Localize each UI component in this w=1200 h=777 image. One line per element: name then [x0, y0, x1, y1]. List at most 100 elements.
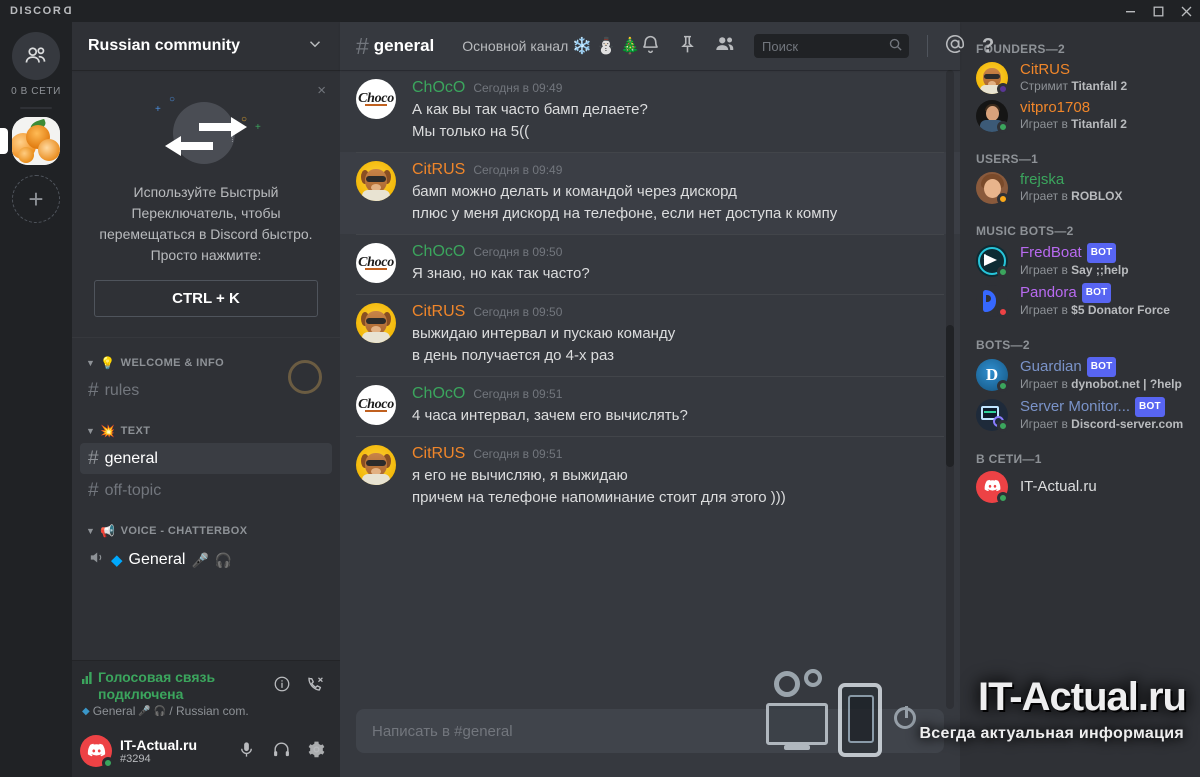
member-item[interactable]: CitRUS Стримит Titanfall 2: [960, 60, 1200, 95]
bulb-icon: 💡: [100, 356, 116, 370]
avatar[interactable]: Choco: [356, 79, 396, 119]
category-voice-chatterbox[interactable]: ▼ 📢 VOICE - CHATTERBOX: [72, 520, 340, 542]
help-icon[interactable]: ?: [982, 35, 1000, 58]
member-item[interactable]: Server Monitor... BOT Играет в Discord-s…: [960, 396, 1200, 433]
message-timestamp: Сегодня в 09:50: [473, 305, 563, 319]
server-avatar[interactable]: [12, 117, 60, 165]
avatar[interactable]: Choco: [356, 243, 396, 283]
maximize-icon[interactable]: [1144, 0, 1172, 22]
member-name: Server Monitor... BOT: [1020, 397, 1192, 417]
microphone-icon[interactable]: [237, 740, 256, 763]
microphone-icon: 🎤: [191, 551, 209, 568]
member-name: Guardian BOT: [1020, 357, 1192, 377]
home-icon[interactable]: [12, 32, 60, 80]
message-author[interactable]: CitRUS: [412, 445, 465, 463]
minimize-icon[interactable]: [1116, 0, 1144, 22]
avatar[interactable]: [80, 735, 114, 769]
message-timestamp: Сегодня в 09:50: [473, 245, 563, 259]
message-timestamp: Сегодня в 09:49: [473, 163, 563, 177]
disconnect-call-icon[interactable]: [305, 675, 324, 698]
avatar[interactable]: [356, 445, 396, 485]
channel-label: General: [128, 551, 186, 568]
mentions-icon[interactable]: [944, 33, 966, 59]
info-icon[interactable]: [273, 675, 291, 698]
message-text: причем на телефоне напоминание стоит для…: [412, 489, 786, 506]
server-icon-russian-community[interactable]: [0, 117, 72, 165]
avatar[interactable]: [976, 284, 1009, 318]
bot-badge: BOT: [1086, 243, 1117, 263]
message-author[interactable]: ChOcO: [412, 79, 465, 97]
chevron-down-icon: ▼: [86, 426, 96, 436]
message-composer: Написать в #general: [340, 709, 960, 777]
avatar[interactable]: [976, 398, 1009, 432]
member-item[interactable]: vitpro1708 Играет в Titanfall 2: [960, 98, 1200, 133]
scrollbar-thumb[interactable]: [946, 325, 954, 467]
avatar[interactable]: D: [976, 358, 1009, 392]
close-icon[interactable]: ×: [317, 82, 326, 99]
avatar[interactable]: [976, 99, 1009, 133]
channel-topic: Основной канал ❄️ ⛄ 🎄: [462, 36, 640, 56]
message-scrollbar[interactable]: [946, 70, 954, 709]
avatar[interactable]: [976, 171, 1009, 205]
user-panel: IT-Actual.ru #3294: [72, 725, 340, 777]
pin-icon[interactable]: [677, 34, 698, 59]
channel-voice-general[interactable]: ◆ General 🎤 🎧: [80, 543, 332, 577]
message-text: 4 часа интервал, зачем его вычислять?: [412, 407, 688, 424]
message-input[interactable]: Написать в #general: [356, 709, 944, 753]
search-input[interactable]: [762, 38, 889, 54]
guild-header[interactable]: Russian community: [72, 22, 340, 70]
megaphone-icon: 📢: [100, 524, 116, 538]
quick-switcher-shortcut[interactable]: CTRL + K: [94, 280, 318, 317]
headphones-icon[interactable]: [272, 740, 291, 763]
chevron-down-icon: ▼: [86, 526, 96, 536]
oranges-image: [12, 117, 60, 165]
channel-off-topic[interactable]: # off-topic: [80, 475, 332, 506]
members-icon[interactable]: [714, 33, 736, 59]
status-badge: [102, 757, 114, 769]
message-author[interactable]: ChOcO: [412, 243, 465, 261]
headphones-mini-icon: 🎧: [153, 705, 167, 717]
mic-mini-icon: 🎤: [138, 705, 151, 717]
search-icon[interactable]: [888, 37, 903, 56]
channel-general[interactable]: # general: [80, 443, 332, 474]
status-badge: [997, 192, 1009, 205]
member-list: FOUNDERS—2 CitRUS Стримит Titanfall 2 vi…: [960, 22, 1200, 777]
divider: [927, 35, 929, 57]
close-icon[interactable]: [1172, 0, 1200, 22]
message-timestamp: Сегодня в 09:51: [473, 387, 563, 401]
blue-diamond-icon: ◆: [82, 705, 90, 717]
member-item[interactable]: Pandora BOT Играет в $5 Donator Force: [960, 282, 1200, 319]
avatar[interactable]: [356, 161, 396, 201]
bell-icon[interactable]: [640, 34, 661, 59]
discord-wordmark: DISCORD: [10, 5, 72, 17]
message-author[interactable]: CitRUS: [412, 303, 465, 321]
avatar[interactable]: [976, 61, 1009, 95]
chevron-down-icon[interactable]: [306, 35, 324, 57]
member-item[interactable]: IT-Actual.ru: [960, 470, 1200, 504]
avatar[interactable]: [976, 471, 1009, 504]
voice-status-label: Голосовая связь подключена: [98, 669, 216, 702]
avatar[interactable]: ♪: [976, 244, 1009, 278]
member-item[interactable]: frejska Играет в ROBLOX: [960, 170, 1200, 205]
message-text: Мы только на 5((: [412, 123, 530, 140]
quick-switcher-illustration: ○ + ○ + ⁞: [131, 88, 281, 174]
page-title: general: [373, 36, 435, 55]
voice-channel-info: ◆ General 🎤 🎧 / Russian com.: [82, 704, 267, 718]
messages-area: Choco ChOcO Сегодня в 09:49 А как вы так…: [340, 70, 960, 709]
avatar[interactable]: Choco: [356, 385, 396, 425]
message-row: Choco ChOcO Сегодня в 09:49 А как вы так…: [340, 70, 960, 152]
avatar[interactable]: [356, 303, 396, 343]
voice-status: Голосовая связь подключена: [82, 669, 267, 703]
message-author[interactable]: ChOcO: [412, 385, 465, 403]
message-author[interactable]: CitRUS: [412, 161, 465, 179]
message-text: выжидаю интервал и пускаю команду: [412, 325, 676, 342]
add-server-button[interactable]: +: [12, 175, 60, 223]
member-name: CitRUS: [1020, 61, 1071, 78]
channel-topic-text: Основной канал: [462, 38, 569, 54]
member-item[interactable]: D Guardian BOT Играет в dynobot.net | ?h…: [960, 356, 1200, 393]
search-box[interactable]: [754, 34, 910, 58]
hash-icon: #: [88, 448, 99, 469]
category-text[interactable]: ▼ 💥 TEXT: [72, 420, 340, 442]
gear-icon[interactable]: [307, 740, 326, 763]
member-item[interactable]: ♪ FredBoat BOT Играет в Say ;;help: [960, 242, 1200, 279]
